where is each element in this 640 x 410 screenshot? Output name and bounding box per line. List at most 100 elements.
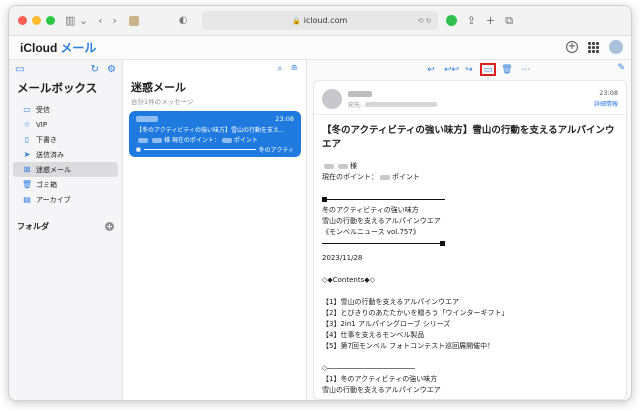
window-controls bbox=[18, 16, 55, 25]
delete-icon[interactable]: 🗑 bbox=[501, 65, 513, 75]
sidebar-item-label: アーカイブ bbox=[36, 195, 71, 204]
sidebar-item-draft[interactable]: ▯ 下書き bbox=[13, 132, 118, 147]
lock-icon: 🔒 bbox=[292, 16, 301, 25]
sidebar-item-sent[interactable]: ➤ 送信済み bbox=[13, 147, 118, 162]
settings-icon[interactable]: ⚙ bbox=[107, 64, 116, 75]
message-list: ⌕ ≘ 迷惑メール 合計1件のメッセージ 23:08 【冬のアクティビティの強い… bbox=[123, 60, 307, 400]
message-list-toolbar: ⌕ ≘ bbox=[123, 60, 306, 78]
folders-header: フォルダ + bbox=[9, 221, 122, 232]
sidebar-panel-icon[interactable]: ▭ bbox=[15, 64, 24, 75]
back-icon[interactable]: ‹ bbox=[98, 15, 102, 26]
list-count: 合計1件のメッセージ bbox=[131, 98, 194, 106]
list-title: 迷惑メール bbox=[131, 81, 186, 94]
reply-all-icon[interactable]: ↩↩ bbox=[444, 65, 459, 75]
extension-icon[interactable] bbox=[445, 15, 457, 26]
contents-item: 【3】2in1 アルパイングローブ シリーズ bbox=[322, 320, 451, 328]
account-avatar[interactable] bbox=[609, 40, 623, 54]
recipient-row: 宛先: bbox=[348, 100, 594, 109]
icloud-logo[interactable]: iCloud メール bbox=[19, 39, 96, 56]
sidebar-item-label: 下書き bbox=[36, 135, 57, 144]
inbox-icon: ▭ bbox=[23, 105, 31, 114]
folder-icon: ▭ bbox=[483, 64, 493, 75]
privacy-shield-icon[interactable]: ◐ bbox=[179, 15, 188, 26]
add-folder-button[interactable]: + bbox=[105, 222, 114, 231]
sidebar-item-label: 受信 bbox=[36, 105, 50, 114]
contents-item: 【4】仕事を支えるモンベル製品 bbox=[322, 331, 425, 339]
contents-heading: ◇◆Contents◆◇ bbox=[322, 276, 376, 284]
add-icon[interactable]: + bbox=[566, 41, 578, 53]
salutation: 様 bbox=[322, 161, 618, 172]
reading-pane: ↩ ↩↩ ↪ ▭ 🗑 ⋯ ✎ 宛先: 23:08 詳細情報 【冬のアクティビティ… bbox=[307, 60, 631, 400]
mail-view: 宛先: 23:08 詳細情報 【冬のアクティビティの強い味方】雪山の行動を支える… bbox=[313, 80, 627, 400]
reply-icon[interactable]: ↩ bbox=[425, 65, 437, 75]
points-line: 現在のポイント： ポイント bbox=[322, 173, 420, 181]
browser-toolbar: ▥ ⌄ ‹ › ◐ 🔒 icloud.com ⟲ ↻ ⇪ + ⧉ bbox=[9, 6, 631, 36]
close-window-button[interactable] bbox=[18, 16, 27, 25]
refresh-icon[interactable]: ↻ bbox=[91, 64, 99, 75]
body-line: 雪山の行動を支えるアルパインウエア bbox=[322, 217, 441, 225]
section1-title: 【1】冬のアクティビティの強い味方 bbox=[322, 375, 438, 383]
reader-toolbar: ↩ ↩↩ ↪ ▭ 🗑 ⋯ ✎ bbox=[307, 60, 631, 78]
star-icon: ☆ bbox=[23, 120, 31, 129]
details-link[interactable]: 詳細情報 bbox=[594, 99, 618, 108]
forward-icon[interactable]: › bbox=[113, 15, 117, 26]
zoom-window-button[interactable] bbox=[46, 16, 55, 25]
sidebar-item-junk[interactable]: ⊠ 迷惑メール bbox=[13, 162, 118, 177]
sender-avatar bbox=[322, 89, 342, 109]
forward-mail-icon[interactable]: ↪ bbox=[463, 65, 475, 75]
move-to-folder-button[interactable]: ▭ bbox=[480, 63, 496, 76]
mailboxes-title: メールボックス bbox=[17, 81, 98, 95]
sidebar-item-label: ゴミ箱 bbox=[36, 180, 57, 189]
translate-reload-icon[interactable]: ⟲ ↻ bbox=[418, 17, 432, 25]
sidebar-item-label: 送信済み bbox=[36, 150, 64, 159]
mail-header: 宛先: 23:08 詳細情報 bbox=[314, 81, 626, 115]
message-preview: 様 現在のポイント： ポイント bbox=[136, 135, 294, 144]
sidebar-item-inbox[interactable]: ▭ 受信 bbox=[13, 102, 118, 117]
sender-name-redacted bbox=[348, 91, 372, 97]
list-item[interactable]: 23:08 【冬のアクティビティの強い味方】雪山の行動を支え... 様 現在のポ… bbox=[129, 111, 301, 157]
search-icon[interactable]: ⌕ bbox=[277, 64, 282, 74]
sidebar-item-label: 迷惑メール bbox=[36, 165, 71, 174]
trash-icon: 🗑 bbox=[21, 180, 33, 189]
sender-name-redacted bbox=[136, 116, 158, 122]
address-bar[interactable]: 🔒 icloud.com ⟲ ↻ bbox=[201, 11, 438, 30]
sidebar-item-trash[interactable]: 🗑 ゴミ箱 bbox=[13, 177, 118, 192]
body-line: 冬のアクティビティの強い味方 bbox=[322, 206, 419, 214]
compose-icon[interactable]: ✎ bbox=[617, 63, 625, 73]
sidebar-item-archive[interactable]: ▤ アーカイブ bbox=[13, 192, 118, 207]
sidebar-toggle-icon[interactable]: ▥ ⌄ bbox=[65, 15, 88, 26]
separator-bottom bbox=[322, 238, 618, 249]
app-launcher-icon[interactable] bbox=[588, 41, 599, 53]
url-text: icloud.com bbox=[303, 16, 348, 25]
body-line: 《モンベルニュース vol.757》 bbox=[322, 228, 420, 236]
sidebar-item-star[interactable]: ☆ VIP bbox=[13, 117, 118, 132]
mail-time: 23:08 bbox=[599, 89, 618, 97]
sidebar-item-label: VIP bbox=[36, 120, 48, 129]
message-preview-line2: ■ 冬のアクティ bbox=[136, 146, 294, 155]
message-subject: 【冬のアクティビティの強い味方】雪山の行動を支え... bbox=[136, 127, 285, 134]
sidebar-toolbar: ▭ ↻ ⚙ bbox=[9, 60, 122, 78]
contents-item: 【2】とびきりのあたたかいを贈ろう「ウインターギフト」 bbox=[322, 309, 509, 317]
tab-overview-icon[interactable]: ⧉ bbox=[505, 14, 513, 28]
section-divider: ◇ bbox=[322, 363, 618, 374]
junk-icon: ⊠ bbox=[23, 165, 31, 174]
mailbox-sidebar: ▭ ↻ ⚙ メールボックス ▭ 受信 ☆ VIP ▯ 下書き ➤ 送信済み ⊠ 迷惑メール 🗑 ゴミ箱… bbox=[9, 60, 123, 400]
more-options-icon[interactable]: ⋯ bbox=[520, 65, 532, 75]
tab-favicon-icon bbox=[128, 15, 139, 26]
newsletter-date: 2023/11/28 bbox=[322, 254, 363, 262]
contents-item: 【1】雪山の行動を支えるアルパインウエア bbox=[322, 298, 460, 306]
section1-subtitle: 雪山の行動を支えるアルパインウエア bbox=[322, 386, 441, 394]
mailbox-list: ▭ 受信 ☆ VIP ▯ 下書き ➤ 送信済み ⊠ 迷惑メール 🗑 ゴミ箱 ▤ アーカイブ bbox=[9, 102, 122, 207]
mail-body: 様 現在のポイント： ポイント 冬のアクティビティの強い味方雪山の行動を支えるアル… bbox=[314, 152, 626, 396]
minimize-window-button[interactable] bbox=[32, 16, 41, 25]
folders-label: フォルダ bbox=[17, 222, 49, 231]
separator-top bbox=[322, 194, 618, 205]
new-tab-icon[interactable]: + bbox=[486, 14, 495, 27]
sent-icon: ➤ bbox=[23, 150, 31, 159]
filter-icon[interactable]: ≘ bbox=[290, 64, 298, 74]
app-header: iCloud メール + bbox=[9, 36, 631, 60]
header-actions: + bbox=[566, 40, 623, 54]
share-icon[interactable]: ⇪ bbox=[467, 14, 476, 27]
archive-icon: ▤ bbox=[23, 195, 31, 204]
mail-subject: 【冬のアクティビティの強い味方】雪山の行動を支えるアルパインウエア bbox=[322, 125, 615, 150]
